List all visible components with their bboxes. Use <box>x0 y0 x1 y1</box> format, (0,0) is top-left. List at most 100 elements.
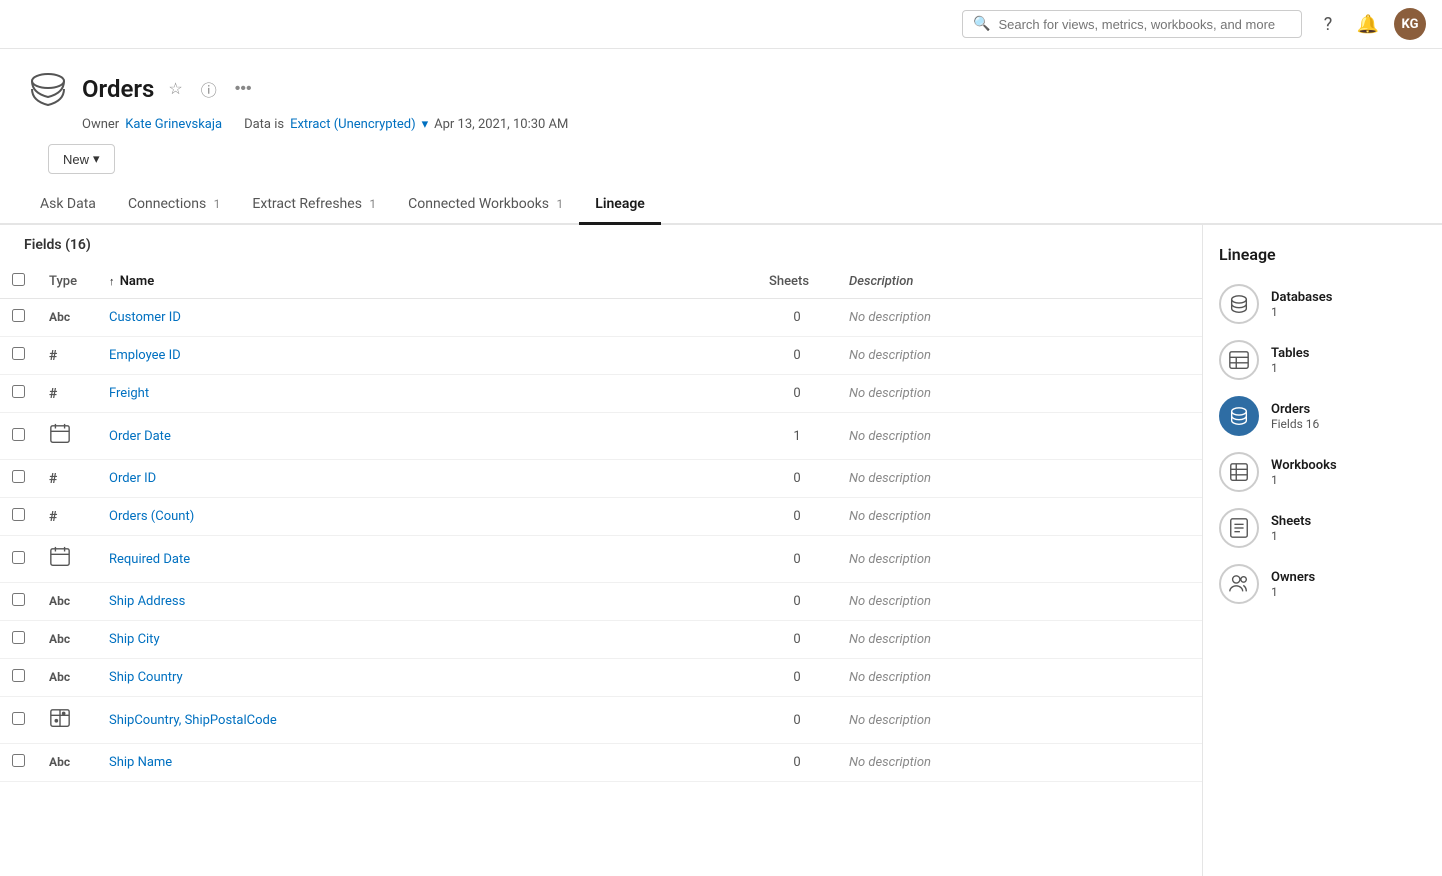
field-name-link[interactable]: Freight <box>109 386 149 401</box>
field-name-link[interactable]: Ship City <box>109 632 160 647</box>
field-name-link[interactable]: Orders (Count) <box>109 509 194 524</box>
tables-label-count: 1 <box>1271 361 1309 375</box>
row-checkbox[interactable] <box>12 551 25 564</box>
row-checkbox[interactable] <box>12 347 25 360</box>
field-name-cell: Ship Country <box>97 659 757 697</box>
row-checkbox[interactable] <box>12 631 25 644</box>
help-icon[interactable]: ? <box>1314 10 1342 38</box>
field-sheets-cell: 0 <box>757 744 837 782</box>
field-name-link[interactable]: ShipCountry, ShipPostalCode <box>109 713 277 728</box>
field-description-cell: No description <box>837 744 1202 782</box>
workbooks-label-count: 1 <box>1271 473 1337 487</box>
avatar[interactable]: KG <box>1394 8 1426 40</box>
field-type-cell: # <box>37 498 97 536</box>
tab-extract-refreshes[interactable]: Extract Refreshes 1 <box>236 186 392 225</box>
type-icon: # <box>49 349 57 364</box>
databases-node-icon <box>1219 284 1259 324</box>
field-name-link[interactable]: Ship Country <box>109 670 183 685</box>
type-icon: Abc <box>49 632 70 647</box>
workbooks-label-name: Workbooks <box>1271 458 1337 473</box>
extract-dropdown-icon[interactable]: ▾ <box>422 117 429 132</box>
field-name-link[interactable]: Employee ID <box>109 348 181 363</box>
star-button[interactable]: ☆ <box>164 77 186 101</box>
owners-label-name: Owners <box>1271 570 1315 585</box>
field-name-cell: Employee ID <box>97 337 757 375</box>
field-sheets-cell: 0 <box>757 536 837 583</box>
info-button[interactable]: ⓘ <box>197 75 221 103</box>
owner-link[interactable]: Kate Grinevskaja <box>125 117 222 132</box>
field-description-cell: No description <box>837 659 1202 697</box>
field-sheets-cell: 0 <box>757 375 837 413</box>
lineage-item-workbooks[interactable]: Workbooks 1 <box>1219 452 1426 492</box>
tab-lineage[interactable]: Lineage <box>579 186 661 225</box>
type-icon <box>49 557 71 572</box>
owners-label-count: 1 <box>1271 585 1315 599</box>
field-description-cell: No description <box>837 621 1202 659</box>
tables-label-name: Tables <box>1271 346 1309 361</box>
select-all-checkbox[interactable] <box>12 273 25 286</box>
row-checkbox[interactable] <box>12 712 25 725</box>
orders-label-name: Orders <box>1271 402 1319 417</box>
lineage-item-tables[interactable]: Tables 1 <box>1219 340 1426 380</box>
fields-section: Fields (16) Type ↑ Name Sheets <box>0 225 1202 876</box>
search-bar[interactable]: 🔍 <box>962 10 1302 38</box>
field-type-cell: # <box>37 337 97 375</box>
field-name-cell: Order Date <box>97 413 757 460</box>
notifications-icon[interactable]: 🔔 <box>1354 10 1382 38</box>
field-name-cell: Ship Address <box>97 583 757 621</box>
lineage-item-databases[interactable]: Databases 1 <box>1219 284 1426 324</box>
type-icon <box>49 718 71 733</box>
tab-connections[interactable]: Connections 1 <box>112 186 236 225</box>
tab-ask-data[interactable]: Ask Data <box>24 186 112 225</box>
row-checkbox[interactable] <box>12 593 25 606</box>
table-row: # Freight 0 No description <box>0 375 1202 413</box>
row-checkbox[interactable] <box>12 508 25 521</box>
sheets-label-name: Sheets <box>1271 514 1311 529</box>
databases-label-count: 1 <box>1271 305 1332 319</box>
field-sheets-cell: 0 <box>757 583 837 621</box>
orders-label-count: Fields 16 <box>1271 417 1319 431</box>
field-name-link[interactable]: Ship Name <box>109 755 172 770</box>
extract-link[interactable]: Extract (Unencrypted) <box>290 117 416 132</box>
field-sheets-cell: 1 <box>757 413 837 460</box>
row-checkbox[interactable] <box>12 428 25 441</box>
field-name-link[interactable]: Order Date <box>109 429 171 444</box>
field-name-link[interactable]: Customer ID <box>109 310 181 325</box>
type-column-header: Type <box>37 265 97 299</box>
page-title: Orders <box>82 75 154 103</box>
row-checkbox[interactable] <box>12 669 25 682</box>
table-row: Order Date 1 No description <box>0 413 1202 460</box>
field-name-link[interactable]: Ship Address <box>109 594 185 609</box>
owner-label: Owner <box>82 117 119 132</box>
lineage-item-sheets[interactable]: Sheets 1 <box>1219 508 1426 548</box>
lineage-item-orders[interactable]: Orders Fields 16 <box>1219 396 1426 436</box>
type-icon: Abc <box>49 594 70 609</box>
type-icon: # <box>49 510 57 525</box>
field-description-cell: No description <box>837 299 1202 337</box>
top-navigation: 🔍 ? 🔔 KG <box>0 0 1442 49</box>
row-checkbox[interactable] <box>12 385 25 398</box>
sheets-label-count: 1 <box>1271 529 1311 543</box>
row-checkbox[interactable] <box>12 754 25 767</box>
date-label: Apr 13, 2021, 10:30 AM <box>434 117 568 132</box>
sheets-column-header[interactable]: Sheets <box>757 265 837 299</box>
field-type-cell <box>37 536 97 583</box>
row-checkbox[interactable] <box>12 470 25 483</box>
field-description-cell: No description <box>837 536 1202 583</box>
field-description-cell: No description <box>837 498 1202 536</box>
field-description-cell: No description <box>837 697 1202 744</box>
field-name-link[interactable]: Required Date <box>109 552 190 567</box>
new-button[interactable]: New ▾ <box>48 144 115 174</box>
lineage-item-owners[interactable]: Owners 1 <box>1219 564 1426 604</box>
name-column-header[interactable]: ↑ Name <box>97 265 757 299</box>
orders-node-icon <box>1219 396 1259 436</box>
tab-connected-workbooks[interactable]: Connected Workbooks 1 <box>392 186 579 225</box>
table-row: # Employee ID 0 No description <box>0 337 1202 375</box>
search-input[interactable] <box>998 17 1291 32</box>
select-all-header[interactable] <box>0 265 37 299</box>
field-type-cell: Abc <box>37 621 97 659</box>
table-row: Required Date 0 No description <box>0 536 1202 583</box>
field-name-link[interactable]: Order ID <box>109 471 156 486</box>
row-checkbox[interactable] <box>12 309 25 322</box>
more-options-button[interactable]: ••• <box>231 78 256 100</box>
